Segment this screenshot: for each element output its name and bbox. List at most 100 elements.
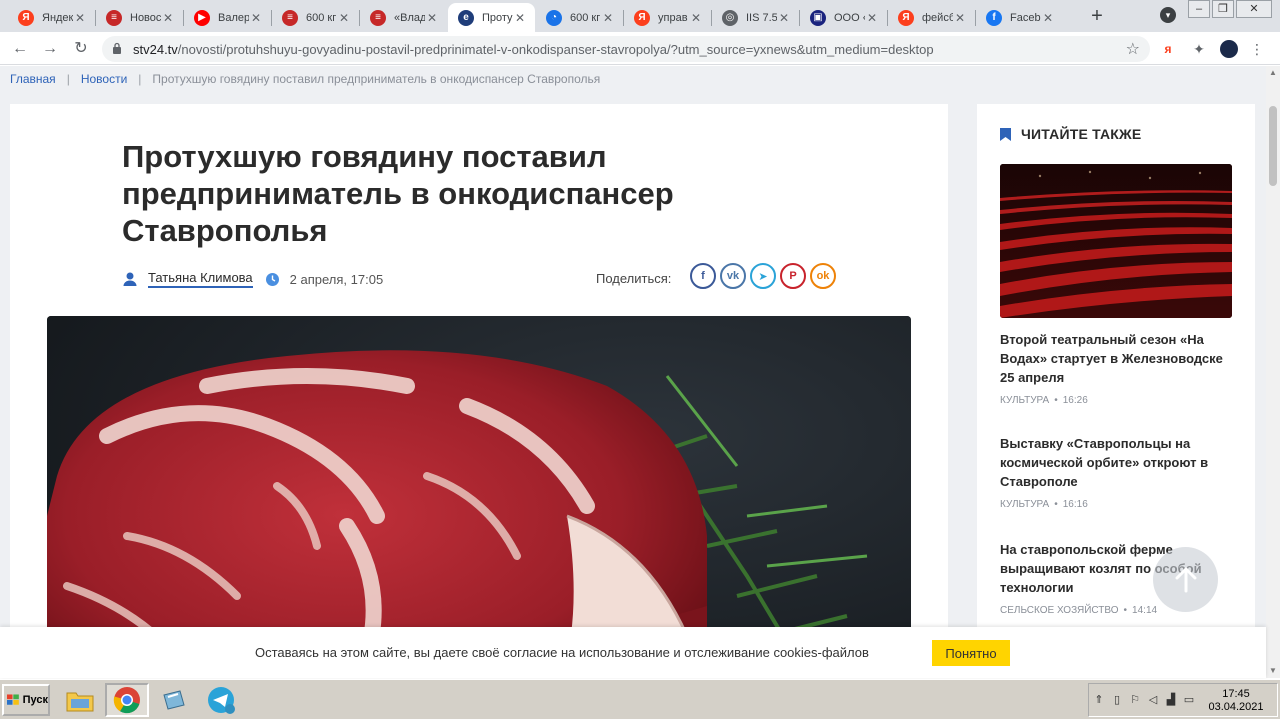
start-button[interactable]: Пуск [2,684,50,716]
browser-tab[interactable]: Яфейсб ✕ [888,3,975,32]
breadcrumb-news-link[interactable]: Новости [81,72,127,86]
yandex-extension-icon[interactable]: я [1159,40,1177,58]
scroll-to-top-button[interactable] [1153,547,1218,612]
close-icon[interactable]: ✕ [777,11,791,25]
close-window-button[interactable]: ✕ [1236,0,1272,18]
meta-dot: • [1054,395,1058,406]
facebook-icon: f [986,9,1002,26]
news-item-title[interactable]: Выставку «Ставропольцы на космической ор… [1000,434,1232,491]
article-card: Протухшую говядину поставил предпринимат… [10,104,948,678]
odnoklassniki-icon[interactable]: ok [810,263,836,289]
article-title: Протухшую говядину поставил предпринимат… [122,139,674,248]
new-tab-button[interactable]: + [1086,5,1108,27]
back-button[interactable]: ← [9,38,31,60]
news-item-time: 16:16 [1062,499,1088,510]
reload-button[interactable]: ↻ [70,38,92,60]
app-taskbar-button[interactable] [152,683,196,717]
news-item-category[interactable]: СЕЛЬСКОЕ ХОЗЯЙСТВО [1000,605,1119,616]
news-icon: ≡ [370,9,386,26]
browser-tab[interactable]: ▣ ООО «✕ [800,3,887,32]
news-item-category[interactable]: КУЛЬТУРА [1000,499,1049,510]
theatre-seats-picture [1000,164,1232,318]
vk-icon[interactable]: vk [720,263,746,289]
close-icon[interactable]: ✕ [601,11,615,25]
system-clock[interactable]: 17:45 03.04.2021 [1201,688,1271,714]
theatre-seats-image[interactable] [1000,164,1232,318]
stv24-icon: e [458,9,474,26]
read-also-heading: ЧИТАЙТЕ ТАКЖЕ [1000,126,1141,142]
network-icon[interactable]: ▟ [1165,694,1177,706]
maximize-button[interactable]: ❐ [1212,0,1234,18]
news-item-title[interactable]: Второй театральный сезон «На Водах» стар… [1000,330,1232,387]
news-icon: ≡ [106,9,122,26]
tab-label: IIS 7.5 [746,11,777,24]
keyboard-icon[interactable]: ▭ [1183,694,1195,706]
author-link[interactable]: Татьяна Климова [148,270,253,288]
close-icon[interactable]: ✕ [689,11,703,25]
page-scrollbar[interactable]: ▲ ▼ [1266,66,1280,678]
chrome-taskbar-button[interactable] [105,683,149,717]
news-item-category[interactable]: КУЛЬТУРА [1000,395,1049,406]
scroll-up-arrow-icon[interactable]: ▲ [1266,66,1280,80]
close-icon[interactable]: ✕ [953,11,967,25]
address-bar[interactable]: stv24.tv/novosti/protuhshuyu-govyadinu-p… [102,36,1150,62]
tray-expand-icon[interactable]: ⇑ [1093,694,1105,706]
read-also-label: ЧИТАЙТЕ ТАКЖЕ [1021,126,1142,142]
clock-icon [265,272,279,286]
browser-tab[interactable]: e Проту ✕ [448,3,535,32]
close-icon[interactable]: ✕ [865,11,879,25]
cookie-accept-button[interactable]: Понятно [932,640,1010,666]
browser-tab[interactable]: f Faceb ✕ [976,3,1063,32]
news-item-time: 16:26 [1062,395,1088,406]
arrow-up-icon [1175,567,1196,592]
browser-menu-icon[interactable]: ⋮ [1248,40,1266,58]
close-icon[interactable]: ✕ [161,11,175,25]
tab-label: Faceb [1010,11,1041,24]
minimize-button[interactable]: ‒ [1188,0,1210,18]
meta-dot: • [1123,605,1128,616]
list-item[interactable]: Второй театральный сезон «На Водах» стар… [1000,330,1232,406]
pinterest-icon[interactable]: P [780,263,806,289]
tab-label: Новост [130,11,161,24]
browser-tab[interactable]: ▶ Валер ✕ [184,3,271,32]
tab-label: 600 кг [570,11,601,24]
close-icon[interactable]: ✕ [337,11,351,25]
bookmark-icon [1000,127,1011,141]
clock-time: 17:45 [1222,688,1250,700]
speaker-icon[interactable]: ◁ [1147,694,1159,706]
forward-button[interactable]: → [39,38,61,60]
flag-icon[interactable]: ⚐ [1129,694,1141,706]
close-icon[interactable]: ✕ [513,11,527,25]
browser-tab[interactable]: Я Яндекс✕ [8,3,95,32]
lock-icon[interactable] [112,42,122,54]
browser-tab[interactable]: Яуправ ✕ [624,3,711,32]
browser-tab[interactable]: ≡ Новост✕ [96,3,183,32]
news-item-time: 14:14 [1132,605,1158,616]
scrollbar-thumb[interactable] [1269,106,1277,186]
facebook-icon[interactable]: f [690,263,716,289]
extensions-puzzle-icon[interactable]: ✦ [1190,40,1208,58]
browser-tab[interactable]: ≡ 600 кг ✕ [272,3,359,32]
browser-tab[interactable]: ◎ IIS 7.5 ✕ [712,3,799,32]
tab-label: «Влад [394,11,425,24]
close-icon[interactable]: ✕ [249,11,263,25]
telegram-icon[interactable]: ➤ [750,263,776,289]
tray-app-icon[interactable]: ▯ [1111,694,1123,706]
telegram-taskbar-button[interactable] [199,683,243,717]
tab-search-button[interactable]: ▾ [1160,7,1176,23]
browser-tab-strip: ЯЯндекс✕≡Новост✕▶Валер✕≡600 кг✕≡«Влад✕eП… [0,0,1280,32]
article-hero-image [47,316,911,678]
scroll-down-arrow-icon[interactable]: ▼ [1266,664,1280,678]
meta-dot: • [1054,499,1058,510]
url-text: stv24.tv/novosti/protuhshuyu-govyadinu-p… [133,42,934,57]
close-icon[interactable]: ✕ [1041,11,1055,25]
breadcrumb-home-link[interactable]: Главная [10,72,56,86]
browser-tab[interactable]: ◔ 600 кг ✕ [536,3,623,32]
list-item[interactable]: Выставку «Ставропольцы на космической ор… [1000,434,1232,510]
file-explorer-taskbar-button[interactable] [58,683,102,717]
close-icon[interactable]: ✕ [425,11,439,25]
bookmark-star-icon[interactable]: ☆ [1126,39,1140,59]
close-icon[interactable]: ✕ [73,11,87,25]
browser-tab[interactable]: ≡ «Влад ✕ [360,3,447,32]
profile-avatar[interactable] [1220,40,1238,58]
